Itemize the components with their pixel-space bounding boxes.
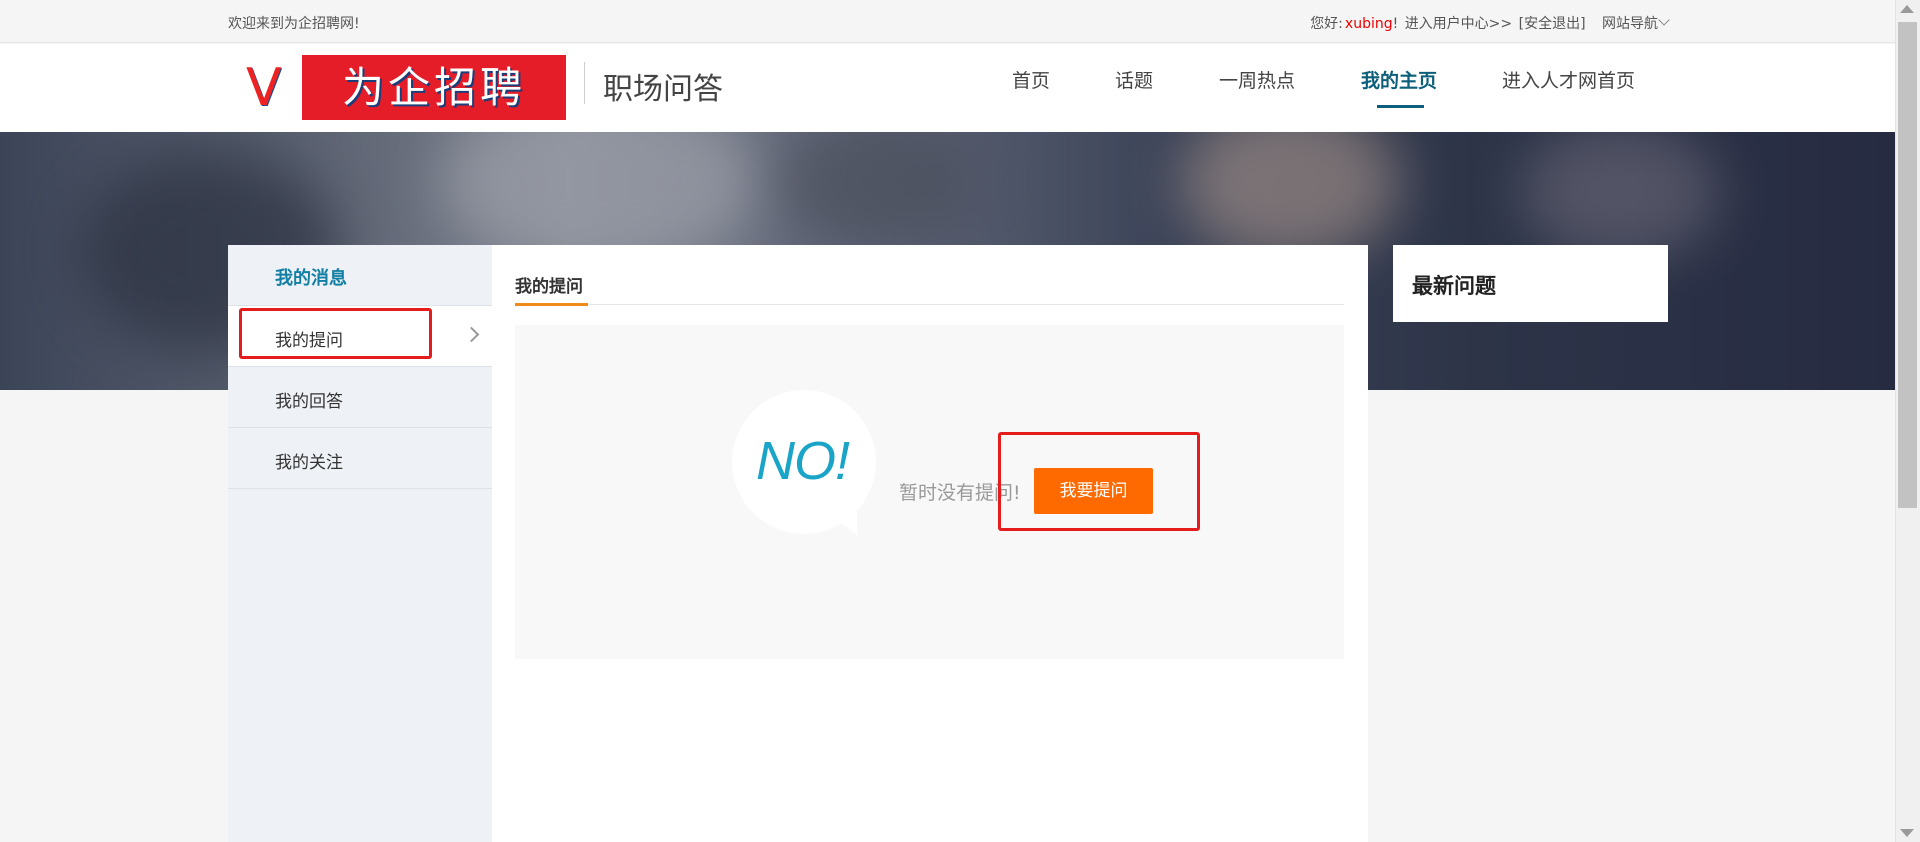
logo[interactable]: 为企招聘 (302, 55, 566, 120)
user-links: 您好: xubing! 进入用户中心>> [安全退出] 网站导航 (1308, 13, 1670, 33)
banner-blur-shape (1180, 132, 1400, 262)
greeting-text: 您好: (1310, 16, 1343, 32)
username-link[interactable]: xubing (1345, 16, 1393, 32)
nav-my-homepage[interactable]: 我的主页 (1361, 66, 1437, 93)
site-nav-link[interactable]: 网站导航 (1602, 16, 1658, 32)
scrollbar-thumb[interactable] (1898, 22, 1917, 508)
sidebar-item-my-follows[interactable] (228, 428, 492, 489)
user-center-link[interactable]: 进入用户中心>> (1405, 16, 1512, 32)
welcome-text: 欢迎来到为企招聘网! (228, 16, 360, 32)
logo-letter: V (246, 58, 282, 118)
chevron-down-icon[interactable] (1658, 14, 1670, 26)
exclaim-text: ! (1392, 16, 1399, 32)
sidebar-item-label: 我的关注 (275, 453, 343, 473)
sidebar-item-my-answers[interactable] (228, 367, 492, 428)
top-bar: 欢迎来到为企招聘网! 您好: xubing! 进入用户中心>> [安全退出] 网站… (0, 0, 1895, 43)
banner-blur-shape (1520, 132, 1720, 262)
latest-questions-title: 最新问题 (1412, 274, 1496, 298)
nav-weekly-hot[interactable]: 一周热点 (1219, 66, 1295, 93)
nav-home[interactable]: 首页 (1012, 66, 1050, 93)
tab-active-underline (515, 303, 588, 306)
sidebar-item-label: 我的回答 (275, 392, 343, 412)
nav-topics[interactable]: 话题 (1115, 66, 1153, 93)
highlight-box (239, 308, 432, 359)
tab-my-questions[interactable]: 我的提问 (515, 272, 583, 297)
site-subtitle: 职场问答 (603, 72, 723, 107)
nav-active-underline (1377, 105, 1424, 108)
nav-talent-home[interactable]: 进入人才网首页 (1502, 66, 1635, 93)
no-icon-text: NO! (756, 431, 850, 491)
sidebar-title[interactable]: 我的消息 (275, 264, 347, 290)
logout-link[interactable]: [安全退出] (1519, 16, 1586, 32)
logo-divider (584, 62, 585, 104)
bubble-tail (827, 513, 857, 535)
banner-blur-shape (780, 132, 980, 252)
highlight-box (998, 432, 1200, 531)
scroll-up-icon[interactable] (1900, 5, 1914, 13)
scroll-down-icon[interactable] (1900, 829, 1914, 837)
tab-divider (515, 304, 1344, 305)
